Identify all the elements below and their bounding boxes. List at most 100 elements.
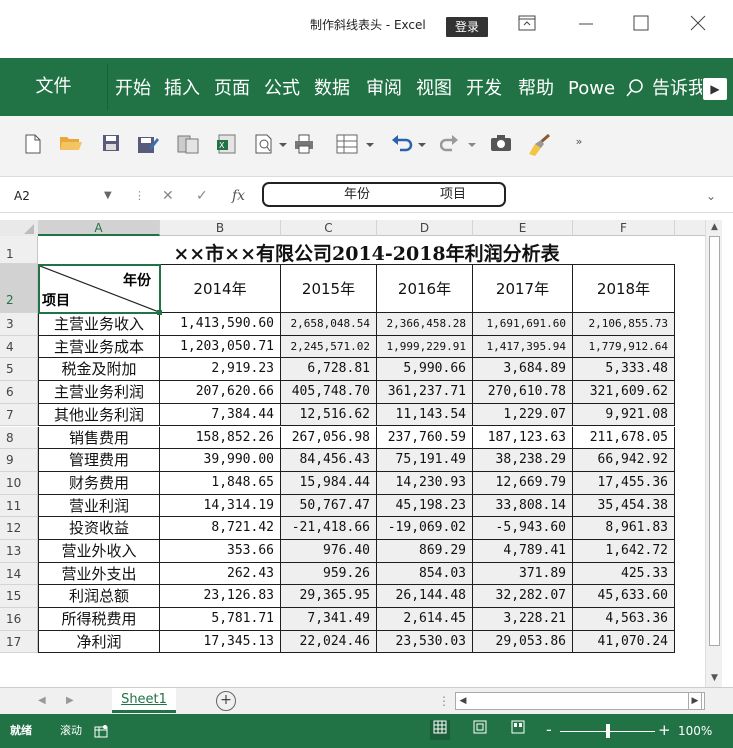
item-label-cell[interactable]: 主营业务利润 [38,381,160,404]
redo-icon[interactable] [439,134,480,158]
chevron-right-icon[interactable]: ▶ [703,78,727,100]
new-file-icon[interactable] [20,134,46,158]
page-break-icon[interactable] [508,720,528,740]
tab-review[interactable]: 审阅 [366,78,402,100]
scroll-down-icon[interactable]: ▼ [706,671,723,685]
year-header-cell[interactable]: 2018年 [573,264,675,313]
row-header-1[interactable]: 1 [0,236,38,264]
value-cell[interactable]: 1,779,912.64 [573,335,675,359]
value-cell[interactable]: -21,418.66 [281,517,377,540]
tab-power[interactable]: Powe [568,78,618,100]
normal-view-icon[interactable] [430,720,450,740]
value-cell[interactable]: 23,530.03 [377,630,473,654]
format-painter-icon[interactable] [526,133,552,158]
row-header-6[interactable]: 6 [0,381,38,404]
value-cell[interactable]: 1,642.72 [573,540,675,563]
row-header-14[interactable]: 14 [0,562,38,586]
column-header-c[interactable]: C [281,220,377,236]
value-cell[interactable]: 158,852.26 [160,426,281,450]
value-cell[interactable]: 14,314.19 [160,494,281,518]
item-label-cell[interactable]: 税金及附加 [38,358,160,382]
sheet-prev-icon[interactable]: ◀ [38,692,46,710]
value-cell[interactable]: 237,760.59 [377,426,473,450]
add-sheet-icon[interactable]: + [216,691,236,711]
value-cell[interactable]: 270,610.78 [473,381,573,404]
row-header-5[interactable]: 5 [0,358,38,382]
print-icon[interactable] [292,134,318,158]
tab-page-layout[interactable]: 页面 [214,78,250,100]
value-cell[interactable]: 17,455.36 [573,471,675,495]
value-cell[interactable]: 1,413,590.60 [160,313,281,336]
value-cell[interactable]: 2,366,458.28 [377,313,473,336]
value-cell[interactable]: 321,609.62 [573,381,675,404]
row-header-15[interactable]: 15 [0,585,38,609]
vertical-scrollbar[interactable]: ▲ ▼ [705,220,722,687]
value-cell[interactable]: 854.03 [377,562,473,586]
tab-developer[interactable]: 开发 [466,78,502,100]
column-header-a[interactable]: A [38,220,160,236]
value-cell[interactable]: 1,848.65 [160,471,281,495]
more-commands-icon[interactable]: » [566,130,592,154]
year-header-cell[interactable]: 2014年 [160,264,281,313]
value-cell[interactable]: 22,024.46 [281,630,377,654]
row-header-10[interactable]: 10 [0,471,38,495]
tab-view[interactable]: 视图 [416,78,452,100]
insert-function-icon[interactable]: fx [232,185,245,207]
tab-tell-me[interactable]: 告诉我 [652,78,702,100]
value-cell[interactable]: 29,365.95 [281,585,377,609]
item-label-cell[interactable]: 销售费用 [38,426,160,450]
tab-data[interactable]: 数据 [314,78,350,100]
scroll-up-icon[interactable]: ▲ [706,220,723,234]
column-header-g[interactable] [675,220,705,236]
value-cell[interactable]: 6,728.81 [281,358,377,382]
formula-input[interactable]: 年份 项目 [262,182,506,207]
value-cell[interactable]: 4,563.36 [573,608,675,631]
ribbon-display-icon[interactable] [515,14,539,38]
table-format-icon[interactable] [336,134,376,158]
value-cell[interactable]: 361,237.71 [377,381,473,404]
value-cell[interactable]: 39,990.00 [160,449,281,472]
value-cell[interactable]: 5,781.71 [160,608,281,631]
value-cell[interactable]: -5,943.60 [473,517,573,540]
value-cell[interactable]: 8,721.42 [160,517,281,540]
item-label-cell[interactable]: 所得税费用 [38,608,160,631]
row-header-13[interactable]: 13 [0,540,38,563]
value-cell[interactable]: 1,229.07 [473,403,573,427]
column-header-f[interactable]: F [573,220,675,236]
row-header-3[interactable]: 3 [0,313,38,336]
excel-export-icon[interactable]: X [214,134,240,158]
value-cell[interactable]: 12,669.79 [473,471,573,495]
value-cell[interactable]: 211,678.05 [573,426,675,450]
column-header-b[interactable]: B [160,220,281,236]
value-cell[interactable]: 12,516.62 [281,403,377,427]
value-cell[interactable]: 2,919.23 [160,358,281,382]
diagonal-header-cell[interactable]: 年份 项目 [38,264,161,314]
page-layout-icon[interactable] [470,720,490,740]
value-cell[interactable]: 1,691,691.60 [473,313,573,336]
row-header-12[interactable]: 12 [0,517,38,540]
tab-home[interactable]: 开始 [115,78,151,100]
open-folder-icon[interactable] [58,134,84,158]
value-cell[interactable]: -19,069.02 [377,517,473,540]
value-cell[interactable]: 7,384.44 [160,403,281,427]
value-cell[interactable]: 38,238.29 [473,449,573,472]
value-cell[interactable]: 23,126.83 [160,585,281,609]
camera-icon[interactable] [488,134,514,158]
tab-help[interactable]: 帮助 [518,78,554,100]
item-label-cell[interactable]: 主营业务成本 [38,335,160,359]
expand-formula-icon[interactable]: ⌄ [706,185,716,207]
fill-handle[interactable] [157,310,162,315]
value-cell[interactable]: 84,456.43 [281,449,377,472]
save-as-icon[interactable] [135,134,161,158]
value-cell[interactable]: 425.33 [573,562,675,586]
tab-splitter-handle[interactable]: ⋮ [438,692,450,710]
item-label-cell[interactable]: 主营业务收入 [38,313,160,336]
row-header-8[interactable]: 8 [0,426,38,450]
value-cell[interactable]: 2,614.45 [377,608,473,631]
value-cell[interactable]: 2,658,048.54 [281,313,377,336]
row-header-2[interactable]: 2 [0,264,38,313]
row-header-17[interactable]: 17 [0,630,38,654]
value-cell[interactable]: 11,143.54 [377,403,473,427]
value-cell[interactable]: 207,620.66 [160,381,281,404]
save-icon[interactable] [98,134,124,158]
